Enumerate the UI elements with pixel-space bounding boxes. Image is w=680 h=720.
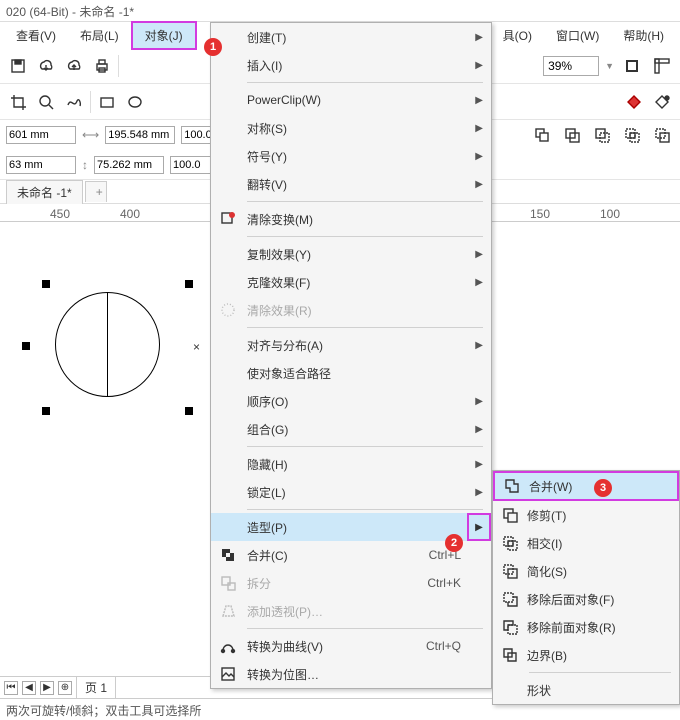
menu-fit-path[interactable]: 使对象适合路径: [211, 359, 491, 387]
submenu-intersect[interactable]: 相交(I): [493, 529, 679, 557]
submenu-back-minus[interactable]: 移除前面对象(R): [493, 613, 679, 641]
intersect-icon[interactable]: [620, 123, 644, 147]
submenu-shape[interactable]: 形状: [493, 676, 679, 704]
submenu-front-minus[interactable]: 移除后面对象(F): [493, 585, 679, 613]
simplify-icon: [501, 562, 519, 580]
trim-icon: [501, 506, 519, 524]
zoom-input[interactable]: [543, 56, 599, 76]
submenu-simplify[interactable]: 简化(S): [493, 557, 679, 585]
print-icon[interactable]: [90, 54, 114, 78]
width-input[interactable]: [105, 126, 175, 144]
clear-transform-icon: [219, 210, 237, 228]
smart-fill-icon[interactable]: [650, 90, 674, 114]
trim-icon[interactable]: [590, 123, 614, 147]
menu-powerclip[interactable]: PowerClip(W)▶: [211, 86, 491, 114]
annotation-badge-2: 2: [445, 534, 463, 552]
page-tab[interactable]: 页 1: [76, 676, 116, 699]
menu-break: 拆分Ctrl+K: [211, 569, 491, 597]
menu-clear-transform[interactable]: 清除变换(M): [211, 205, 491, 233]
menu-create[interactable]: 创建(T)▶: [211, 23, 491, 51]
annotation-badge-1: 1: [204, 38, 222, 56]
shaping-submenu: 合并(W) 修剪(T) 相交(I) 简化(S) 移除后面对象(F) 移除前面对象…: [492, 470, 680, 705]
new-tab-button[interactable]: +: [85, 181, 107, 202]
weld-icon: [503, 477, 521, 495]
pos-x-input[interactable]: [6, 126, 76, 144]
menu-clone-effect[interactable]: 克隆效果(F)▶: [211, 268, 491, 296]
menu-flip[interactable]: 翻转(V)▶: [211, 170, 491, 198]
submenu-trim[interactable]: 修剪(T): [493, 501, 679, 529]
freehand-icon[interactable]: [62, 90, 86, 114]
page-prev[interactable]: ◀: [22, 681, 36, 695]
save-icon[interactable]: [6, 54, 30, 78]
crop-icon[interactable]: [6, 90, 30, 114]
menu-window[interactable]: 窗口(W): [544, 23, 611, 48]
height-input[interactable]: [94, 156, 164, 174]
simplify-icon[interactable]: [650, 123, 674, 147]
page-next[interactable]: ▶: [40, 681, 54, 695]
menu-object[interactable]: 对象(J): [131, 21, 197, 50]
submenu-boundary[interactable]: 边界(B): [493, 641, 679, 669]
menu-layout[interactable]: 布局(L): [68, 23, 131, 48]
title-bar: 020 (64-Bit) - 未命名 -1*: [0, 0, 680, 22]
scale-y-input[interactable]: [170, 156, 212, 174]
clear-effect-icon: [219, 301, 237, 319]
cloud-down-icon[interactable]: [34, 54, 58, 78]
menu-tools[interactable]: 具(O): [491, 23, 544, 48]
annotation-badge-3: 3: [594, 479, 612, 497]
ellipse-icon[interactable]: [123, 90, 147, 114]
object-menu-dropdown: 创建(T)▶ 插入(I)▶ PowerClip(W)▶ 对称(S)▶ 符号(Y)…: [210, 22, 492, 689]
menu-help[interactable]: 帮助(H): [611, 23, 676, 48]
menu-order[interactable]: 顺序(O)▶: [211, 387, 491, 415]
weld-icon[interactable]: [560, 123, 584, 147]
rectangle-icon[interactable]: [95, 90, 119, 114]
boundary-icon: [501, 646, 519, 664]
menu-to-bitmap[interactable]: 转换为位图…: [211, 660, 491, 688]
to-curve-icon: [219, 637, 237, 655]
menu-copy-effect[interactable]: 复制效果(Y)▶: [211, 240, 491, 268]
front-minus-icon: [501, 590, 519, 608]
perspective-icon: [219, 602, 237, 620]
menu-view[interactable]: 查看(V): [4, 23, 68, 48]
page-first[interactable]: ⏮: [4, 681, 18, 695]
menu-lock[interactable]: 锁定(L)▶: [211, 478, 491, 506]
menu-group[interactable]: 组合(G)▶: [211, 415, 491, 443]
menu-symbol[interactable]: 符号(Y)▶: [211, 142, 491, 170]
to-bitmap-icon: [219, 665, 237, 683]
menu-insert[interactable]: 插入(I)▶: [211, 51, 491, 79]
shape-tool-1[interactable]: [530, 123, 554, 147]
back-minus-icon: [501, 618, 519, 636]
document-tab[interactable]: 未命名 -1*: [6, 180, 83, 204]
cloud-up-icon[interactable]: [62, 54, 86, 78]
intersect-icon: [501, 534, 519, 552]
menu-hide[interactable]: 隐藏(H)▶: [211, 450, 491, 478]
combine-icon: [219, 546, 237, 564]
rulers-icon[interactable]: [650, 54, 674, 78]
page-add[interactable]: ⊕: [58, 681, 72, 695]
menu-symmetry[interactable]: 对称(S)▶: [211, 114, 491, 142]
menu-align[interactable]: 对齐与分布(A)▶: [211, 331, 491, 359]
submenu-weld[interactable]: 合并(W): [493, 471, 679, 501]
pos-y-input[interactable]: [6, 156, 76, 174]
menu-clear-effect: 清除效果(R): [211, 296, 491, 324]
zoom-icon[interactable]: [34, 90, 58, 114]
break-icon: [219, 574, 237, 592]
menu-perspective: 添加透视(P)…: [211, 597, 491, 625]
menu-to-curve[interactable]: 转换为曲线(V)Ctrl+Q: [211, 632, 491, 660]
fill-icon[interactable]: [622, 90, 646, 114]
fullscreen-icon[interactable]: [620, 54, 644, 78]
